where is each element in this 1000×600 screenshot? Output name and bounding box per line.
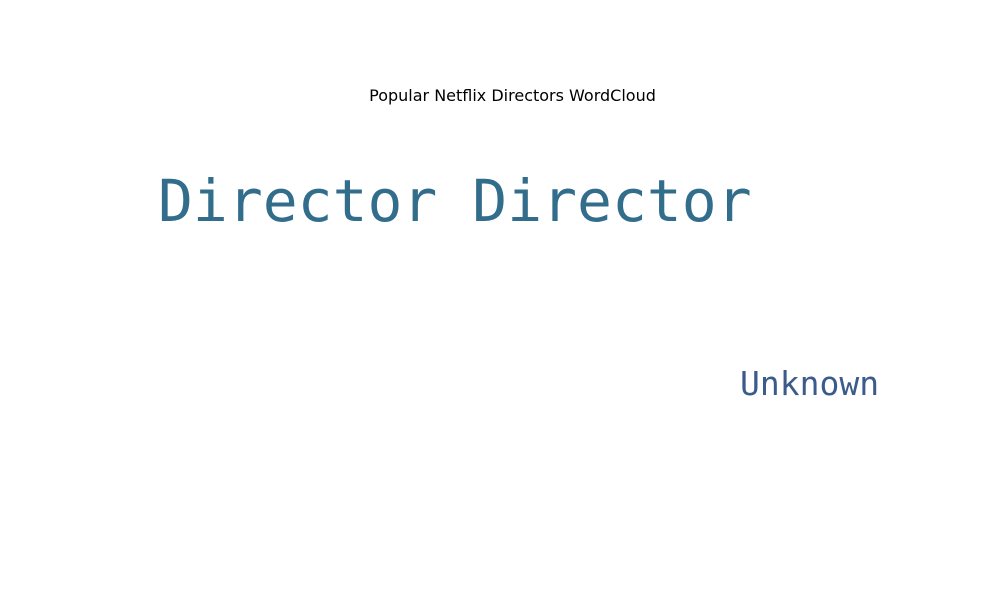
word-0: Director Director xyxy=(158,167,752,235)
word-1: Unknown xyxy=(740,364,879,403)
wordcloud-canvas: Director Director Unknown xyxy=(158,167,879,403)
wordcloud-figure: Popular Netflix Directors WordCloud Dire… xyxy=(0,0,1000,600)
